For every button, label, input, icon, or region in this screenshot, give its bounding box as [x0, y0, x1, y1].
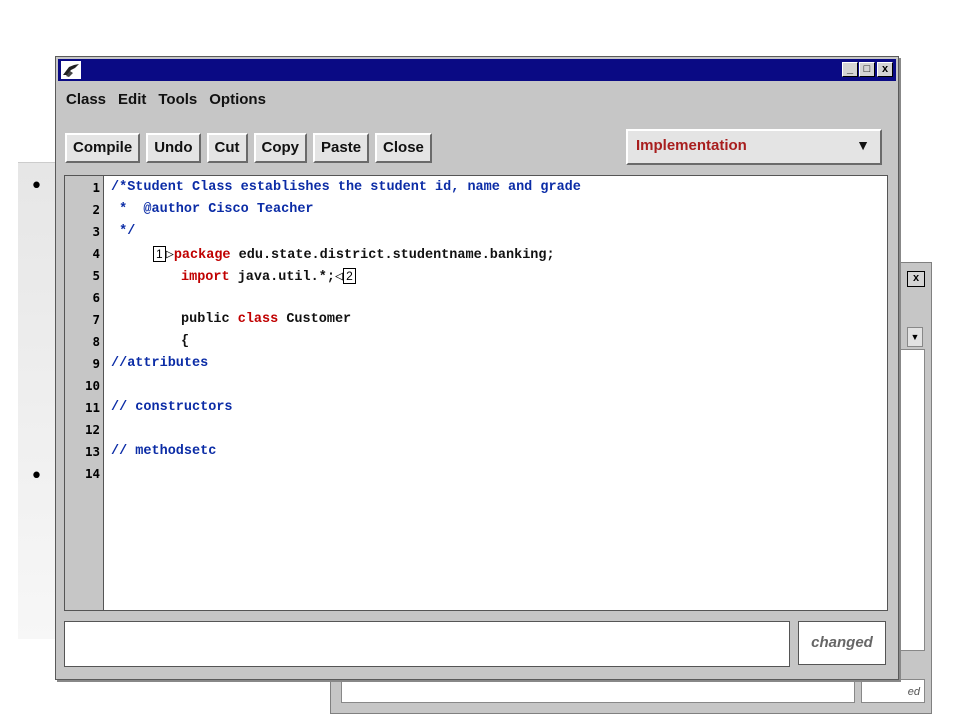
arrow-right-icon: ▷ [165, 248, 174, 263]
view-selector-value: Implementation [636, 137, 747, 154]
view-selector-dropdown[interactable]: Implementation ▼ [626, 129, 882, 165]
line-number: 6 [92, 290, 100, 305]
line-number: 5 [92, 268, 100, 283]
line-number: 13 [84, 444, 100, 459]
callout-marker-1: 1 [153, 246, 166, 262]
background-status-field [341, 677, 855, 703]
code-line-8: { [181, 334, 190, 349]
background-close-icon[interactable]: x [907, 271, 925, 287]
maximize-icon[interactable]: □ [859, 62, 875, 77]
changed-status-label: changed [798, 621, 886, 665]
toolbar: Compile Undo Cut Copy Paste Close [65, 133, 432, 163]
class-name: Customer [278, 312, 352, 327]
modifier-public: public [181, 312, 238, 327]
status-message-field [64, 621, 790, 667]
code-line-5: import java.util.*;◁ 2 [181, 268, 356, 285]
close-button[interactable]: Close [375, 133, 432, 163]
menu-edit[interactable]: Edit [112, 89, 152, 111]
slide-bullet-2: • [30, 464, 43, 489]
line-number: 4 [92, 246, 100, 261]
paste-button[interactable]: Paste [313, 133, 370, 163]
callout-marker-2: 2 [343, 268, 356, 284]
menu-options[interactable]: Options [203, 89, 272, 111]
line-number: 12 [84, 422, 100, 437]
title-bar[interactable]: _ □ x [58, 59, 896, 81]
line-number: 2 [92, 202, 100, 217]
menu-class[interactable]: Class [60, 89, 112, 111]
arrow-left-icon: ◁ [334, 270, 344, 285]
background-changed-label: ed [861, 679, 925, 703]
keyword-import: import [181, 270, 230, 285]
code-line-7: public class Customer [181, 312, 351, 327]
line-number: 7 [92, 312, 100, 327]
minimize-icon[interactable]: _ [842, 62, 858, 77]
dropdown-arrow-icon: ▼ [856, 137, 870, 153]
keyword-class: class [237, 312, 279, 327]
cut-button[interactable]: Cut [206, 133, 248, 163]
code-line-2: * @author Cisco Teacher [111, 202, 314, 217]
code-editor[interactable]: 1 2 3 4 5 6 7 8 9 10 11 12 13 14 /*Stude… [64, 175, 888, 611]
line-number-gutter: 1 2 3 4 5 6 7 8 9 10 11 12 13 14 [65, 176, 104, 610]
code-line-11: // constructors [111, 400, 233, 415]
line-number: 3 [92, 224, 100, 239]
code-line-4: 1 ▷package edu.state.district.studentname… [153, 246, 555, 263]
package-name: edu.state.district.studentname.banking; [230, 248, 555, 263]
import-statement: java.util.*; [229, 270, 335, 285]
code-line-9: //attributes [111, 356, 209, 371]
line-number: 9 [92, 356, 100, 371]
menu-bar: Class Edit Tools Options [60, 89, 272, 111]
copy-button[interactable]: Copy [253, 133, 308, 163]
menu-tools[interactable]: Tools [152, 89, 203, 111]
slide-bullet-1: • [30, 174, 43, 199]
code-line-13: // methodsetc [111, 444, 217, 459]
line-number: 1 [92, 180, 100, 195]
code-line-3: */ [111, 224, 136, 239]
code-line-1: /*Student Class establishes the student … [111, 180, 581, 195]
undo-button[interactable]: Undo [146, 133, 201, 163]
compile-button[interactable]: Compile [65, 133, 141, 163]
background-dropdown-arrow-icon[interactable]: ▼ [907, 327, 923, 347]
bluej-bird-icon [61, 61, 81, 79]
class-editor-window: _ □ x Class Edit Tools Options Compile U… [55, 56, 899, 680]
line-number: 14 [84, 466, 100, 481]
line-number: 11 [84, 400, 100, 415]
line-number: 10 [84, 378, 100, 393]
keyword-package: package [173, 248, 231, 263]
line-number: 8 [92, 334, 100, 349]
close-icon[interactable]: x [877, 62, 893, 77]
